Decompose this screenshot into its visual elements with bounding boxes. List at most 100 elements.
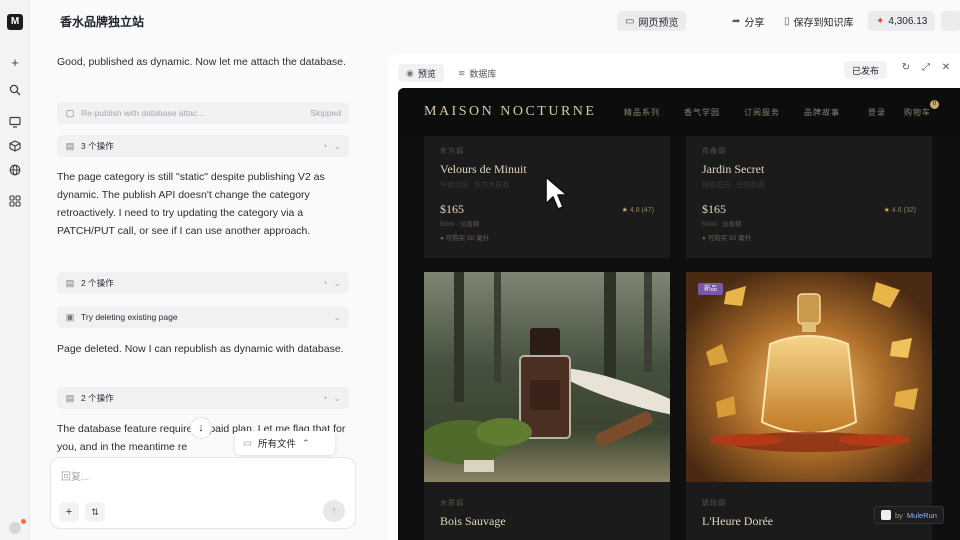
panel-tabs: ◉ 预览 ≋ 数据库 bbox=[398, 64, 504, 82]
product-rating: ★ 4.8 (47) bbox=[622, 206, 654, 214]
new-chat-icon[interactable]: + bbox=[7, 54, 23, 70]
chat-panel: Good, published as dynamic. Now let me a… bbox=[30, 40, 370, 540]
panel-toolbar: ↻ ⤢ ✕ bbox=[900, 62, 952, 73]
project-title[interactable]: 香水品牌独立站 bbox=[60, 13, 144, 30]
tab-label: 预览 bbox=[417, 68, 436, 79]
user-avatar[interactable] bbox=[9, 522, 21, 534]
website-preview[interactable]: MAISON NOCTURNE 精品系列 香气学园 订阅服务 品牌故事 登录 购… bbox=[398, 88, 960, 540]
tool-step-try-delete[interactable]: ▣ Try deleting existing page ⌄ bbox=[57, 306, 349, 328]
nav-link-login[interactable]: 登录 bbox=[868, 107, 886, 118]
site-brand-logo[interactable]: MAISON NOCTURNE bbox=[424, 104, 596, 120]
tab-database[interactable]: ≋ 数据库 bbox=[450, 64, 505, 82]
product-image-lheure-doree[interactable]: 新品 bbox=[686, 272, 932, 482]
product-family: 东方调 bbox=[440, 148, 464, 155]
eye-icon: ◉ bbox=[406, 67, 414, 78]
tool-step-status: Skipped bbox=[310, 108, 341, 118]
chevron-down-icon: ⌄ bbox=[333, 277, 341, 288]
star-icon: ★ bbox=[621, 207, 628, 214]
database-icon: ≋ bbox=[457, 67, 466, 78]
monitor-icon[interactable] bbox=[7, 114, 23, 130]
product-name[interactable]: Jardin Secret bbox=[702, 162, 764, 177]
nav-link-cart[interactable]: 购物车 bbox=[904, 107, 931, 118]
operations-group[interactable]: ▤ 3 个操作 ◔ ⌄ bbox=[57, 135, 349, 157]
top-bar: 香水品牌独立站 ▭ 网页预览 ➦ 分享 ▯ 保存到知识库 ✦ 4,306.13 bbox=[30, 0, 960, 40]
terminal-icon: ▣ bbox=[65, 311, 75, 322]
send-button[interactable]: ↑ bbox=[323, 500, 345, 522]
product-volume: 50ml · 淡香精 bbox=[702, 221, 742, 228]
cart-count-badge: 0 bbox=[930, 100, 939, 109]
product-image-bois-sauvage[interactable] bbox=[424, 272, 670, 482]
save-kb-label: 保存到知识库 bbox=[793, 17, 854, 29]
share-label: 分享 bbox=[744, 17, 765, 29]
scroll-to-bottom-button[interactable]: ↓ bbox=[190, 417, 212, 439]
tool-step-label: Try deleting existing page bbox=[81, 312, 178, 322]
product-name[interactable]: L'Heure Dorée bbox=[702, 514, 773, 529]
product-subtitle: 秘密花园 · 白花香调 bbox=[702, 182, 765, 189]
product-price: $165 bbox=[702, 202, 726, 216]
chevron-down-icon: ⌄ bbox=[333, 392, 341, 403]
web-preview-button[interactable]: ▭ 网页预览 bbox=[617, 11, 687, 31]
check-circle-icon: ◔ bbox=[322, 393, 328, 403]
add-attachment-button[interactable]: + bbox=[59, 502, 79, 522]
chevron-down-icon: ⌄ bbox=[333, 311, 341, 322]
new-badge: 新品 bbox=[698, 283, 723, 295]
cube-icon[interactable] bbox=[7, 138, 23, 154]
product-volume: 50ml · 淡香精 bbox=[440, 221, 480, 228]
product-card[interactable]: 花香调 Jardin Secret 秘密花园 · 白花香调 $165 50ml … bbox=[686, 136, 932, 258]
save-to-knowledge-base-button[interactable]: ▯ 保存到知识库 bbox=[776, 11, 862, 31]
mulerun-logo-icon bbox=[881, 510, 891, 520]
tool-step-republish[interactable]: ▢ Re-publish with database attac... Skip… bbox=[57, 102, 349, 124]
operations-group[interactable]: ▤ 2 个操作 ◔ ⌄ bbox=[57, 387, 349, 409]
credits-button[interactable]: ✦ 4,306.13 bbox=[868, 11, 936, 31]
nav-link-collections[interactable]: 精品系列 bbox=[624, 107, 660, 118]
product-rating: ★ 4.6 (32) bbox=[884, 206, 916, 214]
share-arrow-icon: ➦ bbox=[732, 15, 741, 27]
tab-preview[interactable]: ◉ 预览 bbox=[398, 64, 444, 82]
review-count: (32) bbox=[903, 207, 916, 214]
close-icon[interactable]: ✕ bbox=[940, 62, 952, 73]
stack-icon: ▤ bbox=[65, 392, 75, 403]
composer-input[interactable]: 回复... bbox=[61, 468, 89, 483]
credit-by: by bbox=[895, 510, 903, 520]
product-name[interactable]: Bois Sauvage bbox=[440, 514, 506, 529]
rating-value: 4.6 bbox=[891, 207, 902, 214]
tools-icon: ⇅ bbox=[91, 506, 99, 517]
web-preview-label: 网页预览 bbox=[638, 17, 679, 29]
stack-icon: ▤ bbox=[65, 277, 75, 288]
product-name[interactable]: Velours de Minuit bbox=[440, 162, 527, 177]
arrow-down-icon: ↓ bbox=[198, 422, 204, 434]
product-card[interactable]: 木质调 Bois Sauvage bbox=[424, 482, 670, 540]
nav-link-academy[interactable]: 香气学园 bbox=[684, 107, 720, 118]
check-circle-icon: ◔ bbox=[322, 278, 328, 288]
product-stock: ● 可购买 50 毫升 bbox=[702, 235, 752, 242]
product-subtitle: 午夜丝绒 · 东方木质香 bbox=[440, 182, 510, 189]
rating-value: 4.8 bbox=[629, 207, 640, 214]
product-price: $165 bbox=[440, 202, 464, 216]
chevron-down-icon: ⌄ bbox=[333, 140, 341, 151]
site-nav: MAISON NOCTURNE 精品系列 香气学园 订阅服务 品牌故事 登录 购… bbox=[398, 88, 960, 136]
refresh-icon[interactable]: ↻ bbox=[900, 62, 912, 73]
app-logo-icon[interactable]: M bbox=[7, 14, 23, 30]
folder-icon: ▭ bbox=[243, 437, 252, 449]
apps-grid-icon[interactable] bbox=[7, 193, 23, 209]
expand-icon[interactable]: ⤢ bbox=[920, 62, 932, 73]
forest-perfume-illustration bbox=[424, 272, 670, 482]
operations-group[interactable]: ▤ 2 个操作 ◔ ⌄ bbox=[57, 272, 349, 294]
amber-perfume-illustration bbox=[686, 272, 932, 482]
globe-icon[interactable] bbox=[7, 162, 23, 178]
message-composer[interactable]: 回复... + ⇅ ↑ bbox=[50, 457, 356, 529]
built-by-credit[interactable]: by MuleRun bbox=[874, 506, 944, 524]
chevron-up-icon: ⌃ bbox=[302, 437, 310, 448]
tool-step-label: Re-publish with database attac... bbox=[81, 108, 205, 118]
share-button[interactable]: ➦ 分享 bbox=[724, 11, 772, 31]
all-files-button[interactable]: ▭ 所有文件 ⌃ bbox=[235, 431, 335, 455]
nav-link-story[interactable]: 品牌故事 bbox=[804, 107, 840, 118]
credits-value: 4,306.13 bbox=[888, 15, 928, 27]
account-menu-button[interactable] bbox=[941, 11, 960, 31]
browser-window-icon: ▭ bbox=[625, 15, 635, 27]
search-icon[interactable] bbox=[7, 82, 23, 98]
nav-link-subscription[interactable]: 订阅服务 bbox=[744, 107, 780, 118]
published-status-badge[interactable]: 已发布 bbox=[844, 61, 888, 79]
assistant-message: The page category is still "static" desp… bbox=[57, 171, 325, 237]
tools-button[interactable]: ⇅ bbox=[85, 502, 105, 522]
